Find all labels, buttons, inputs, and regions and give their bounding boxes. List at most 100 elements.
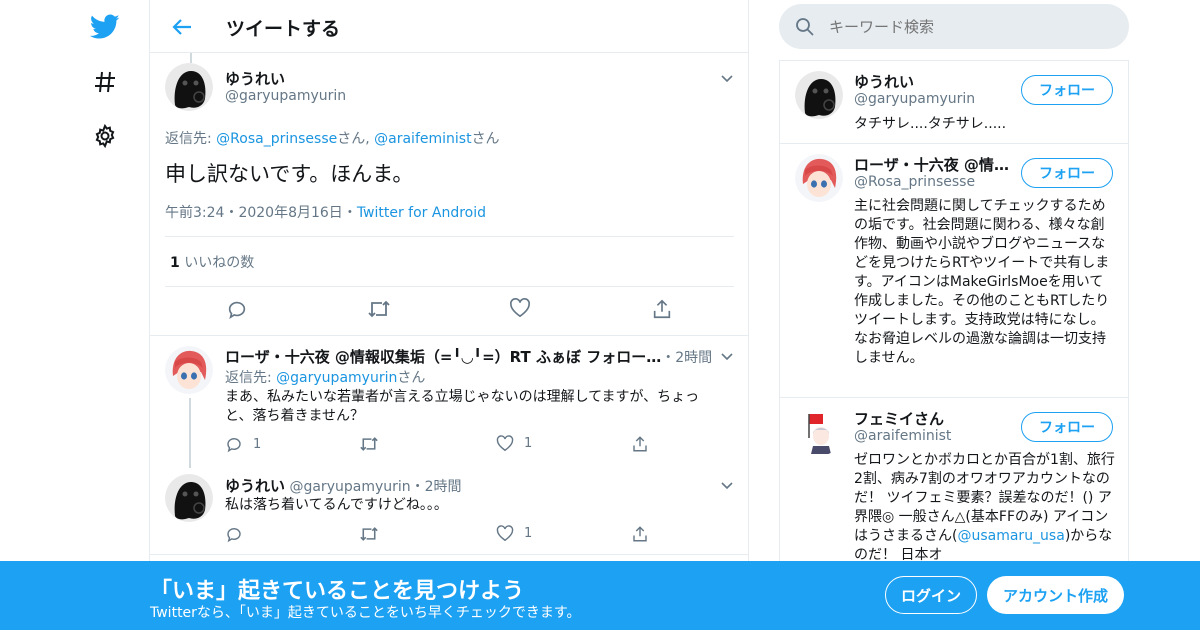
user-list: ゆうれい @garyupamyurin フォロー タチサレ....タチサレ...…	[779, 60, 1129, 630]
page-title: ツイートする	[226, 18, 341, 40]
reply-time[interactable]: ・2時間	[661, 350, 712, 366]
signup-banner: 「いま」起きていることを見つけよう Twitterなら、「いま」起きていることを…	[0, 561, 1200, 630]
author-name[interactable]: ゆうれい	[225, 477, 285, 495]
likes-count[interactable]: 1 いいねの数	[170, 252, 254, 272]
chevron-down-icon[interactable]	[719, 70, 735, 86]
share-icon[interactable]	[651, 298, 673, 320]
reply-header: ローザ・十六夜 @情報収集垢（=╹◡╹=）RT ふぁぼ フォロー…・2時間	[225, 346, 712, 367]
follow-button[interactable]: フォロー	[1021, 412, 1113, 442]
follow-button[interactable]: フォロー	[1021, 158, 1113, 188]
search-box[interactable]	[779, 4, 1129, 49]
divider	[165, 286, 734, 287]
like-heart-icon	[496, 435, 514, 452]
retweet-icon[interactable]	[359, 435, 379, 453]
user-handle[interactable]: @araifeminist	[854, 428, 951, 444]
reply-prefix: 返信先:	[225, 370, 277, 386]
reply-to-line: 返信先: @garyupamyurinさん	[225, 367, 425, 387]
likes-number: 1	[170, 255, 180, 271]
likes-label: いいねの数	[179, 255, 255, 271]
author-handle[interactable]: @garyupamyurin	[289, 479, 410, 495]
user-card[interactable]: ローザ・十六夜 @情報収集垢 @Rosa_prinsesse フォロー 主に社会…	[780, 143, 1128, 397]
divider	[150, 554, 748, 555]
avatar[interactable]	[165, 474, 213, 522]
reply-tweet[interactable]: ゆうれい @garyupamyurin・2時間 私は落ち着いてるんですけどね。。…	[150, 466, 748, 556]
meta-dot: ・	[342, 205, 357, 221]
author-name[interactable]: ゆうれい	[225, 68, 285, 89]
author-name[interactable]: ローザ・十六夜 @情報収集垢（=╹◡╹=）RT ふぁぼ フォロー…	[225, 348, 661, 366]
mention-link[interactable]: @usamaru_usa	[957, 528, 1064, 544]
twitter-logo-icon[interactable]	[86, 8, 124, 46]
left-nav	[80, 0, 130, 630]
tweet-actions	[210, 298, 690, 324]
avatar[interactable]	[795, 71, 843, 119]
avatar[interactable]	[795, 408, 843, 456]
reply-suffix: さん	[471, 131, 500, 147]
tweet-time[interactable]: 午前3:24	[165, 205, 224, 221]
tweet-text: 私は落ち着いてるんですけどね。。。	[225, 497, 448, 513]
chevron-down-icon[interactable]	[719, 348, 735, 364]
like-heart-icon[interactable]	[509, 298, 531, 318]
thread-line	[190, 53, 192, 63]
follow-button[interactable]: フォロー	[1021, 75, 1113, 105]
reply-count: 1	[253, 436, 262, 452]
reply-icon[interactable]	[225, 525, 243, 543]
gear-icon[interactable]	[86, 117, 124, 155]
mention-link[interactable]: @araifeminist	[374, 131, 471, 147]
avatar[interactable]	[165, 346, 213, 394]
tweet-actions: 1	[225, 525, 665, 545]
reply-button[interactable]: 1	[225, 435, 261, 453]
tweet-actions: 1 1	[225, 435, 665, 455]
right-sidebar: ゆうれい @garyupamyurin フォロー タチサレ....タチサレ...…	[779, 0, 1129, 630]
login-button[interactable]: ログイン	[885, 576, 977, 614]
reply-prefix: 返信先:	[165, 131, 217, 147]
share-icon[interactable]	[631, 435, 649, 453]
tweet-text: まあ、私みたいな若輩者が言える立場じゃないのは理解してますが、ちょっと、落ち着き…	[225, 389, 700, 424]
back-arrow-icon[interactable]	[168, 13, 196, 41]
tweet-source[interactable]: Twitter for Android	[357, 205, 486, 221]
banner-title: 「いま」起きていることを見つけよう	[150, 579, 525, 604]
retweet-icon[interactable]	[359, 525, 379, 543]
tweet-text: 申し訳ないです。ほんま。	[165, 162, 414, 186]
banner-subtitle: Twitterなら、「いま」起きていることをいち早くチェックできます。	[150, 605, 581, 621]
header: ツイートする	[150, 0, 748, 53]
share-icon[interactable]	[631, 525, 649, 543]
search-input[interactable]	[829, 16, 1109, 38]
user-handle[interactable]: @garyupamyurin	[854, 91, 975, 107]
user-name[interactable]: ローザ・十六夜 @情報収集垢	[854, 154, 1014, 175]
avatar[interactable]	[795, 154, 843, 202]
user-card[interactable]: ゆうれい @garyupamyurin フォロー タチサレ....タチサレ...…	[780, 60, 1128, 143]
user-card[interactable]: フェミイさん @araifeminist フォロー ゼロワンとかボカロとか百合が…	[780, 397, 1128, 567]
chevron-down-icon[interactable]	[719, 477, 735, 493]
reply-header: ゆうれい @garyupamyurin・2時間	[225, 475, 462, 496]
reply-icon	[227, 438, 241, 453]
like-heart-icon	[496, 525, 514, 542]
page: ツイートする ゆうれい @garyupamyurin 返信先: @Rosa_pr…	[0, 0, 1200, 630]
search-icon	[795, 17, 815, 41]
user-bio: タチサレ....タチサレ.....	[854, 116, 1007, 132]
avatar[interactable]	[165, 63, 213, 111]
tweet-date[interactable]: 2020年8月16日	[238, 205, 342, 221]
like-button[interactable]: 1	[496, 525, 532, 542]
signup-button[interactable]: アカウント作成	[987, 576, 1124, 614]
like-count: 1	[524, 526, 533, 541]
user-bio: ゼロワンとかボカロとか百合が1割、旅行2割、病み7割のオワオワアカウントなのだ！…	[854, 451, 1116, 565]
thread-line	[189, 398, 191, 468]
user-name[interactable]: ゆうれい	[854, 71, 1014, 92]
meta-dot: ・	[224, 205, 239, 221]
reply-time[interactable]: ・2時間	[411, 479, 462, 495]
reply-to-line: 返信先: @Rosa_prinsesseさん, @araifeministさん	[165, 128, 500, 148]
like-count: 1	[524, 436, 533, 451]
like-button[interactable]: 1	[496, 435, 532, 452]
user-name[interactable]: フェミイさん	[854, 408, 1014, 429]
reply-icon[interactable]	[226, 298, 248, 320]
reply-separator: さん,	[337, 131, 375, 147]
reply-suffix: さん	[397, 370, 426, 386]
tweet-column: ツイートする ゆうれい @garyupamyurin 返信先: @Rosa_pr…	[149, 0, 749, 630]
hashtag-icon[interactable]	[86, 63, 124, 101]
author-handle[interactable]: @garyupamyurin	[225, 88, 346, 104]
mention-link[interactable]: @Rosa_prinsesse	[216, 131, 337, 147]
user-handle[interactable]: @Rosa_prinsesse	[854, 174, 975, 190]
reply-tweet[interactable]: ローザ・十六夜 @情報収集垢（=╹◡╹=）RT ふぁぼ フォロー…・2時間 返信…	[150, 336, 748, 468]
retweet-icon[interactable]	[367, 298, 391, 320]
mention-link[interactable]: @garyupamyurin	[276, 370, 397, 386]
